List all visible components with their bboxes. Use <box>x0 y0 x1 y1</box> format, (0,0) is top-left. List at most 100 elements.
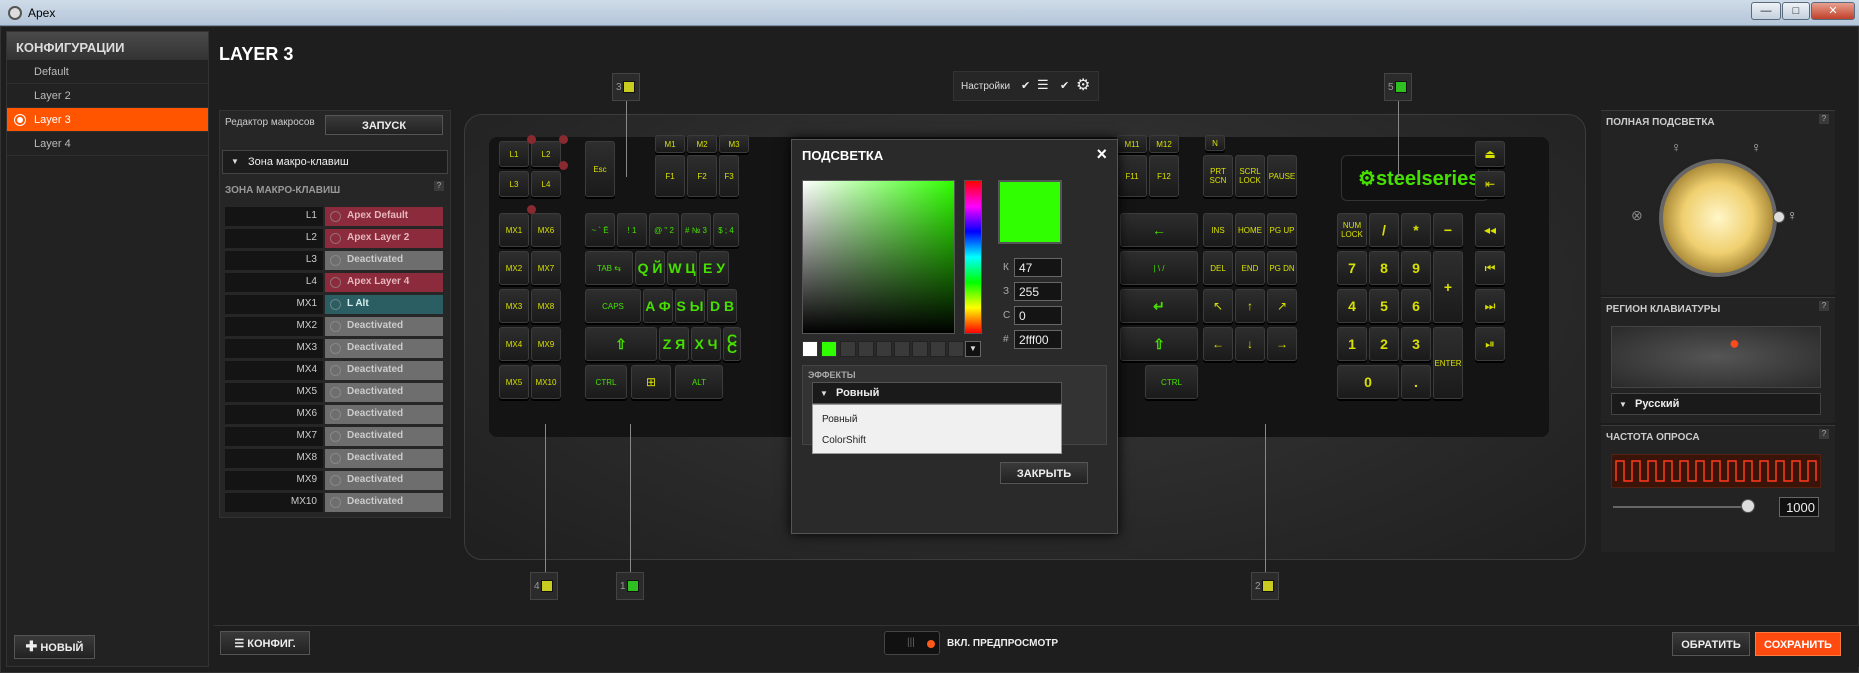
macro-assignment[interactable]: Deactivated <box>325 449 443 468</box>
close-window-button[interactable]: ✕ <box>1811 2 1855 20</box>
key-backslash[interactable]: | \ / <box>1120 251 1198 285</box>
swatch-empty[interactable] <box>858 341 874 357</box>
key-m2[interactable]: M2 <box>687 135 717 153</box>
zone-indicator-5[interactable]: 5 <box>1384 73 1412 101</box>
dial-handle[interactable] <box>1773 211 1785 223</box>
slider-handle[interactable] <box>1741 499 1755 513</box>
key-mx6[interactable]: MX6 <box>531 213 561 247</box>
key-f3[interactable]: F3 <box>719 155 739 197</box>
key-pause[interactable]: PAUSE <box>1267 155 1297 197</box>
polling-value[interactable]: 1000 <box>1779 497 1819 517</box>
region-dropdown[interactable]: ▼ Русский <box>1611 393 1821 415</box>
check-icon[interactable]: ✔ <box>1060 79 1069 92</box>
dialog-close-button[interactable]: × <box>1096 144 1107 165</box>
key-a[interactable]: A Ф <box>643 289 673 323</box>
key-c[interactable]: C С <box>723 327 741 361</box>
key-n2[interactable]: 2 <box>1369 327 1399 361</box>
key-n3[interactable]: 3 <box>1401 327 1431 361</box>
key-home[interactable]: HOME <box>1235 213 1265 247</box>
key-nenter[interactable]: ENTER <box>1433 327 1463 399</box>
media-play-icon[interactable]: ⏯ <box>1475 327 1505 361</box>
minimize-button[interactable]: — <box>1751 2 1781 20</box>
key-prtscn[interactable]: PRT SCN <box>1203 155 1233 197</box>
key-k1[interactable]: ! 1 <box>617 213 647 247</box>
macro-assignment[interactable]: Deactivated <box>325 471 443 490</box>
key-backspace[interactable]: ← <box>1120 213 1198 247</box>
key-k3[interactable]: # № 3 <box>681 213 711 247</box>
zone-indicator-1[interactable]: 1 <box>616 572 644 600</box>
new-config-button[interactable]: ✚ НОВЫЙ <box>14 635 95 659</box>
key-plus[interactable]: + <box>1433 251 1463 323</box>
key-del[interactable]: DEL <box>1203 251 1233 285</box>
macro-assignment[interactable]: Apex Layer 2 <box>325 229 443 248</box>
key-mx2[interactable]: MX2 <box>499 251 529 285</box>
effect-option-solid[interactable]: Ровный <box>822 414 857 425</box>
media-prev-icon[interactable]: ◂◂ <box>1475 213 1505 247</box>
key-mx4[interactable]: MX4 <box>499 327 529 361</box>
key-l2[interactable]: L2 <box>531 141 561 167</box>
arrow-up-right-icon[interactable]: ↗ <box>1267 289 1297 323</box>
effect-option-colorshift[interactable]: ColorShift <box>822 435 866 446</box>
key-ins[interactable]: INS <box>1203 213 1233 247</box>
key-ctrl[interactable]: CTRL <box>585 365 627 399</box>
key-minus[interactable]: − <box>1433 213 1463 247</box>
media-rewind-icon[interactable]: ⏮ <box>1475 251 1505 285</box>
key-n0[interactable]: 0 <box>1337 365 1399 399</box>
swatch-empty[interactable] <box>948 341 964 357</box>
key-pgup[interactable]: PG UP <box>1267 213 1297 247</box>
key-l3[interactable]: L3 <box>499 171 529 197</box>
arrow-right-icon[interactable]: → <box>1267 327 1297 361</box>
key-m12[interactable]: M12 <box>1149 135 1179 153</box>
zone-dropdown[interactable]: ▼ Зона макро-клавиш <box>222 150 448 174</box>
macro-assignment[interactable]: Deactivated <box>325 317 443 336</box>
help-icon[interactable]: ? <box>434 181 444 191</box>
media-back-icon[interactable]: ⇤ <box>1475 171 1505 197</box>
swatch-dropdown-button[interactable]: ▼ <box>965 341 981 357</box>
key-n[interactable]: N <box>1205 135 1225 151</box>
key-x[interactable]: X Ч <box>691 327 721 361</box>
key-star[interactable]: * <box>1401 213 1431 247</box>
key-d[interactable]: D В <box>707 289 737 323</box>
key-pgdn[interactable]: PG DN <box>1267 251 1297 285</box>
macro-assignment[interactable]: Deactivated <box>325 493 443 512</box>
help-icon[interactable]: ? <box>1819 429 1829 439</box>
key-n7[interactable]: 7 <box>1337 251 1367 285</box>
swatch-empty[interactable] <box>894 341 910 357</box>
effect-dropdown[interactable]: ▼ Ровный <box>812 382 1062 404</box>
key-mx9[interactable]: MX9 <box>531 327 561 361</box>
macro-assignment[interactable]: Apex Default <box>325 207 443 226</box>
arrow-up-left-icon[interactable]: ↖ <box>1203 289 1233 323</box>
config-item-default[interactable]: Default <box>7 60 208 84</box>
key-mx7[interactable]: MX7 <box>531 251 561 285</box>
key-n4[interactable]: 4 <box>1337 289 1367 323</box>
key-k2[interactable]: @ " 2 <box>649 213 679 247</box>
hue-slider[interactable] <box>964 180 982 334</box>
zone-indicator-2[interactable]: 2 <box>1251 572 1279 600</box>
media-forward-icon[interactable]: ⏭ <box>1475 289 1505 323</box>
swatch-empty[interactable] <box>912 341 928 357</box>
arrow-up-icon[interactable]: ↑ <box>1235 289 1265 323</box>
arrow-left-icon[interactable]: ← <box>1203 327 1233 361</box>
key-caps[interactable]: CAPS <box>585 289 641 323</box>
swatch-white[interactable] <box>802 341 818 357</box>
key-mx5[interactable]: MX5 <box>499 365 529 399</box>
arrow-down-icon[interactable]: ↓ <box>1235 327 1265 361</box>
saturation-value-picker[interactable] <box>802 180 955 334</box>
key-l4[interactable]: L4 <box>531 171 561 197</box>
media-eject-icon[interactable]: ⏏ <box>1475 141 1505 167</box>
save-button[interactable]: СОХРАНИТЬ <box>1755 632 1841 656</box>
swatch-empty[interactable] <box>840 341 856 357</box>
macro-assignment[interactable]: Deactivated <box>325 405 443 424</box>
macro-assignment[interactable]: Deactivated <box>325 427 443 446</box>
key-numlock[interactable]: NUM LOCK <box>1337 213 1367 247</box>
key-end[interactable]: END <box>1235 251 1265 285</box>
key-f11[interactable]: F11 <box>1117 155 1147 197</box>
macro-assignment[interactable]: Deactivated <box>325 383 443 402</box>
key-e[interactable]: E У <box>699 251 729 285</box>
macro-assignment[interactable]: Apex Layer 4 <box>325 273 443 292</box>
blue-input[interactable]: 0 <box>1014 306 1062 325</box>
key-mx3[interactable]: MX3 <box>499 289 529 323</box>
key-m3[interactable]: M3 <box>719 135 749 153</box>
key-n5[interactable]: 5 <box>1369 289 1399 323</box>
key-f2[interactable]: F2 <box>687 155 717 197</box>
